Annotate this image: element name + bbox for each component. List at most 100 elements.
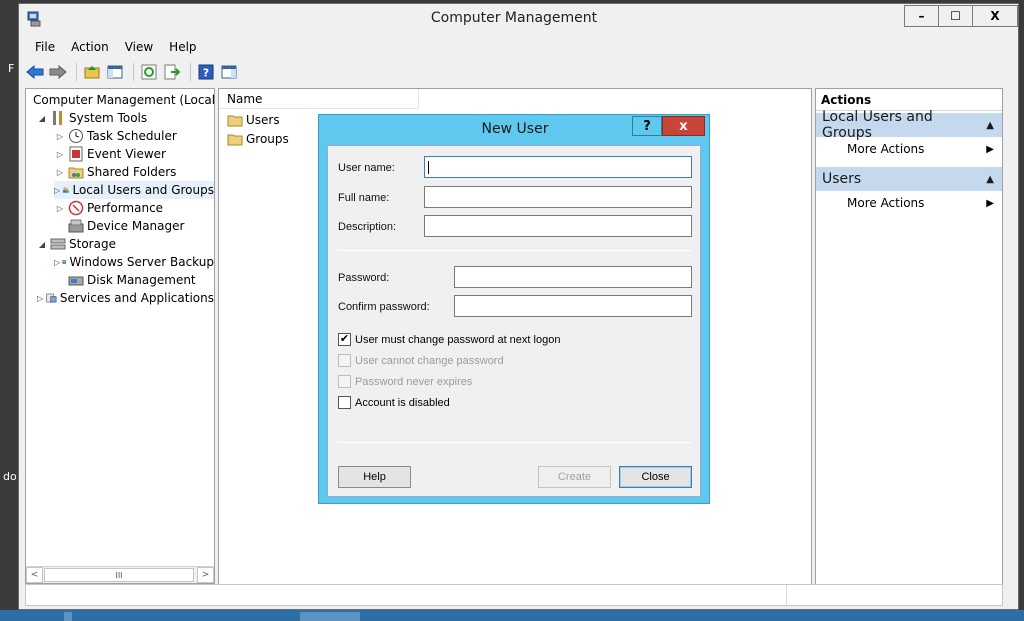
divider xyxy=(338,250,692,251)
tree-item-local-users-and-groups[interactable]: ▷ Local Users and Groups xyxy=(54,181,214,199)
tree-item-event-viewer[interactable]: ▷ Event Viewer xyxy=(54,145,214,163)
dialog-help-button[interactable]: ? xyxy=(632,116,662,136)
fullname-label: Full name: xyxy=(338,192,390,204)
expander-icon[interactable]: ▷ xyxy=(54,132,66,141)
tree-item-label: System Tools xyxy=(69,111,148,125)
menu-view[interactable]: View xyxy=(117,38,161,56)
checkbox-box xyxy=(338,375,351,388)
tree-item-windows-server-backup[interactable]: ▷ Windows Server Backup xyxy=(54,253,214,271)
expander-icon[interactable]: ▷ xyxy=(54,204,66,213)
scroll-thumb[interactable]: III xyxy=(44,568,194,582)
tree-item-label: Event Viewer xyxy=(87,147,166,161)
tree-item-label: Performance xyxy=(87,201,164,215)
help-button[interactable]: Help xyxy=(338,466,411,488)
status-bar xyxy=(25,584,1003,606)
back-button[interactable] xyxy=(25,62,45,82)
checkbox-label: User cannot change password xyxy=(355,354,504,367)
show-hide-action-pane-button[interactable] xyxy=(219,62,239,82)
expander-icon[interactable]: ◢ xyxy=(36,114,48,123)
menu-file[interactable]: File xyxy=(27,38,63,56)
collapse-icon[interactable]: ▲ xyxy=(986,120,994,131)
desktop-text-1: F xyxy=(8,62,15,75)
close-window-button[interactable]: X xyxy=(972,5,1018,27)
list-item-groups[interactable]: Groups xyxy=(225,130,289,148)
confirm-password-label: Confirm password: xyxy=(338,301,430,313)
description-input[interactable] xyxy=(424,215,692,237)
username-label: User name: xyxy=(338,162,395,174)
column-header-name[interactable]: Name xyxy=(219,89,419,109)
menu-action[interactable]: Action xyxy=(63,38,117,56)
device-manager-icon xyxy=(68,219,84,233)
tree-item-label: Local Users and Groups xyxy=(72,183,214,197)
tree-item-services-and-applications[interactable]: ▷ Services and Applications xyxy=(36,289,214,307)
tree-item-computer-management-local[interactable]: Computer Management (Local xyxy=(28,91,214,109)
text-caret xyxy=(428,161,429,174)
console-tree: Computer Management (Local ◢ System Tools ▷… xyxy=(25,88,215,584)
tree-item-label: Shared Folders xyxy=(87,165,177,179)
expander-icon[interactable]: ▷ xyxy=(54,150,66,159)
tree-item-system-tools[interactable]: ◢ System Tools xyxy=(36,109,214,127)
checkmark-icon: ✔ xyxy=(339,333,350,345)
menu-help[interactable]: Help xyxy=(161,38,204,56)
more-actions-label: More Actions xyxy=(847,196,925,210)
must-change-password-checkbox[interactable]: ✔ User must change password at next logo… xyxy=(338,333,560,346)
checkbox-box[interactable]: ✔ xyxy=(338,333,351,346)
refresh-button[interactable] xyxy=(139,62,159,82)
export-list-button[interactable] xyxy=(162,62,182,82)
collapse-icon[interactable]: ▲ xyxy=(986,174,994,185)
clock-icon xyxy=(69,129,83,143)
account-disabled-checkbox[interactable]: Account is disabled xyxy=(338,396,450,409)
actions-section-local-users-and-groups[interactable]: Local Users and Groups ▲ xyxy=(816,109,1002,141)
tree-item-performance[interactable]: ▷ Performance xyxy=(54,199,214,217)
back-arrow-icon xyxy=(26,65,44,79)
confirm-password-input[interactable] xyxy=(454,295,692,317)
title-bar[interactable]: Computer Management – ☐ X xyxy=(19,4,1018,34)
password-label: Password: xyxy=(338,272,390,284)
taskbar-item[interactable] xyxy=(64,612,72,621)
expander-icon[interactable]: ▷ xyxy=(54,186,60,195)
dialog-close-button[interactable]: x xyxy=(662,116,705,136)
tree-item-label: Disk Management xyxy=(87,273,196,287)
more-actions-users[interactable]: More Actions ▶ xyxy=(816,191,1002,215)
tree-item-shared-folders[interactable]: ▷ Shared Folders xyxy=(54,163,214,181)
tree-item-task-scheduler[interactable]: ▷ Task Scheduler xyxy=(54,127,214,145)
password-never-expires-checkbox: Password never expires xyxy=(338,375,472,388)
event-viewer-icon xyxy=(69,146,83,162)
expander-icon[interactable]: ▷ xyxy=(36,294,44,303)
tree-item-storage[interactable]: ◢ Storage xyxy=(36,235,214,253)
expander-icon[interactable]: ▷ xyxy=(54,168,66,177)
password-input[interactable] xyxy=(454,266,692,288)
refresh-icon xyxy=(141,64,157,80)
scroll-left-button[interactable]: < xyxy=(26,567,43,583)
expander-icon[interactable]: ◢ xyxy=(36,240,48,249)
minimize-button[interactable]: – xyxy=(904,5,938,27)
svg-text:?: ? xyxy=(203,67,209,80)
taskbar-item-active[interactable] xyxy=(300,612,360,621)
checkbox-label: Password never expires xyxy=(355,375,473,388)
scroll-right-button[interactable]: > xyxy=(197,567,214,583)
more-actions-label: More Actions xyxy=(847,142,925,156)
show-hide-tree-button[interactable] xyxy=(105,62,125,82)
help-toolbar-button[interactable]: ? xyxy=(196,62,216,82)
tree-item-device-manager[interactable]: Device Manager xyxy=(54,217,214,235)
checkbox-box[interactable] xyxy=(338,396,351,409)
forward-arrow-icon xyxy=(49,65,67,79)
toolbar-separator xyxy=(133,63,134,81)
expander-icon[interactable]: ▷ xyxy=(54,258,60,267)
fullname-input[interactable] xyxy=(424,186,692,208)
tree-horizontal-scrollbar[interactable]: < III > xyxy=(26,566,214,583)
desktop-text-2: do xyxy=(3,470,17,483)
username-input[interactable] xyxy=(424,156,692,178)
up-level-button[interactable] xyxy=(82,62,102,82)
new-user-dialog: New User ? x User name: Full name: Descr… xyxy=(318,114,710,504)
list-item-users[interactable]: Users xyxy=(225,111,280,129)
maximize-button[interactable]: ☐ xyxy=(938,5,972,27)
actions-pane: Actions Local Users and Groups ▲ More Ac… xyxy=(815,88,1003,606)
actions-section-users[interactable]: Users ▲ xyxy=(816,167,1002,191)
status-segment xyxy=(786,585,1004,605)
list-item-label: Groups xyxy=(246,132,289,146)
close-button[interactable]: Close xyxy=(619,466,692,488)
forward-button[interactable] xyxy=(48,62,68,82)
console-tree-icon xyxy=(107,65,123,79)
tree-item-disk-management[interactable]: Disk Management xyxy=(54,271,214,289)
